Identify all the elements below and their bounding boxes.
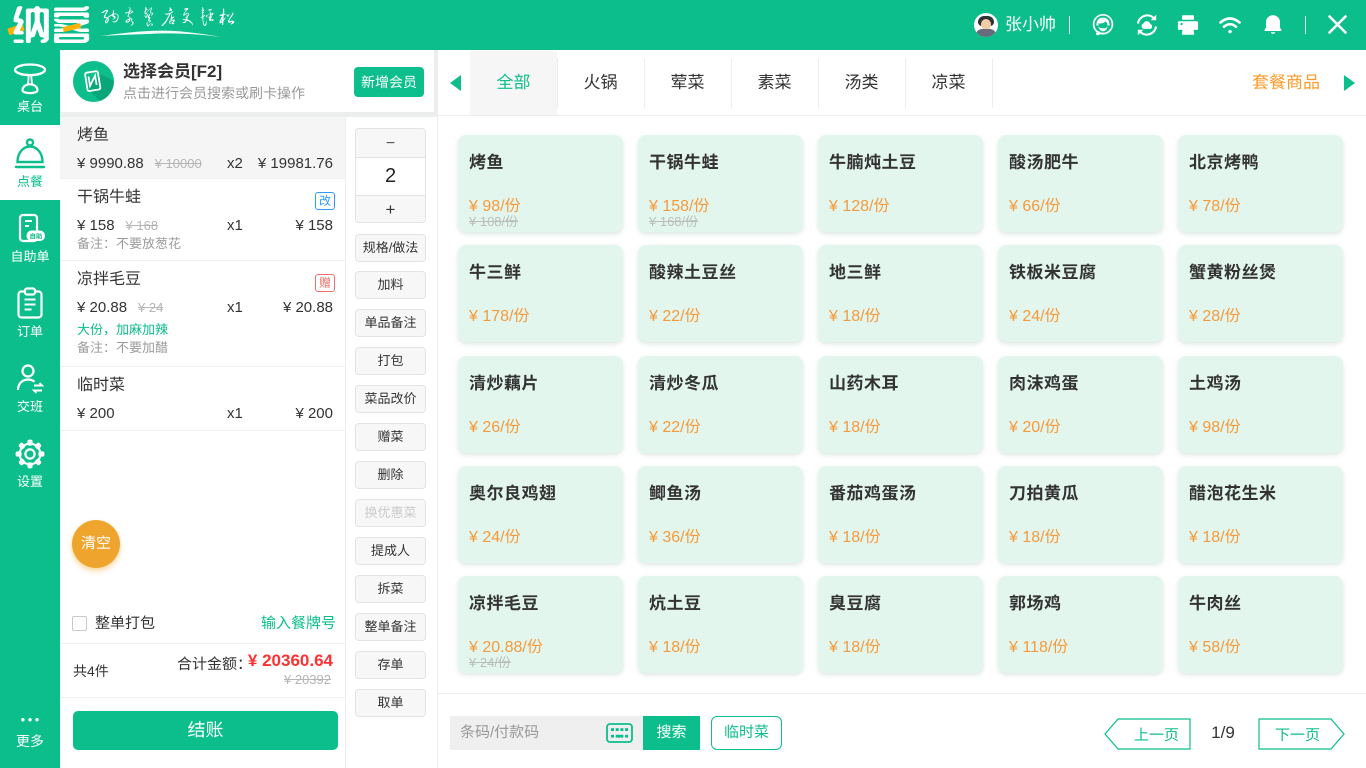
svg-text:下一页: 下一页 [1275, 724, 1320, 745]
svg-text:自助: 自助 [30, 232, 43, 241]
svg-text:上一页: 上一页 [1134, 724, 1179, 745]
